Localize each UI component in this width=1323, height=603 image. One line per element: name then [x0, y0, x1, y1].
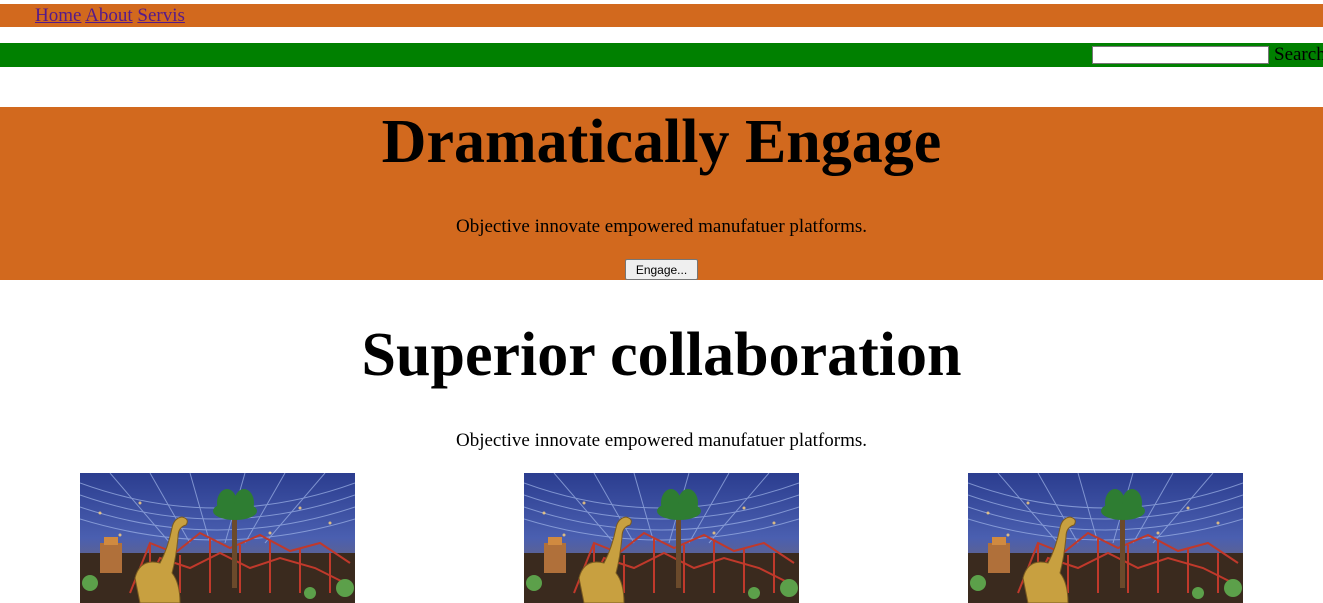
nav-link-servis[interactable]: Servis [137, 5, 185, 26]
hero-title: Dramatically Engage [381, 108, 942, 176]
search-bar: Search [0, 43, 1323, 67]
search-input[interactable] [1092, 46, 1269, 64]
section-title: Superior collaboration [361, 321, 962, 389]
nav-link-about[interactable]: About [85, 5, 133, 26]
nav-link-home[interactable]: Home [35, 5, 81, 26]
hero-subtitle: Objective innovate empowered manufatuer … [456, 216, 867, 237]
indoor-theme-park-photo [80, 473, 355, 603]
search-label: Search [1274, 44, 1323, 65]
indoor-theme-park-photo [968, 473, 1243, 603]
section-subtitle: Objective innovate empowered manufatuer … [456, 430, 867, 451]
engage-button[interactable]: Engage... [625, 259, 698, 280]
gallery-image-1 [80, 473, 355, 603]
hero-banner: Dramatically Engage Objective innovate e… [0, 107, 1323, 280]
gallery-image-3 [968, 473, 1243, 603]
nav-links: Home About Servis [35, 5, 185, 26]
indoor-theme-park-photo [524, 473, 799, 603]
top-nav-bar: Home About Servis [0, 4, 1323, 27]
gallery-image-2 [524, 473, 799, 603]
